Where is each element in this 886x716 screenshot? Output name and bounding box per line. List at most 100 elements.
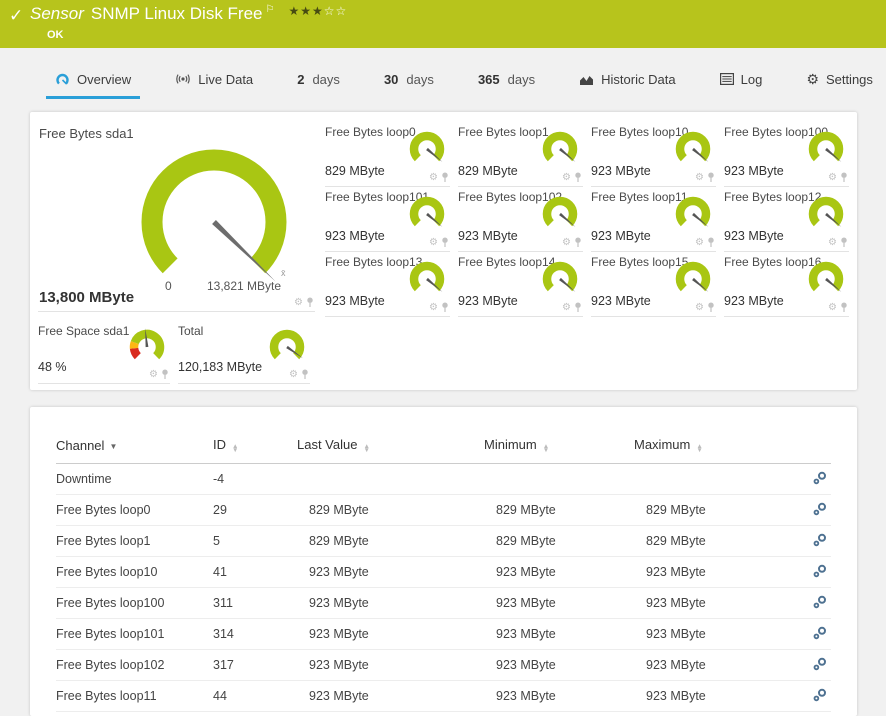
status-badge: OK <box>47 29 64 41</box>
cell-last-value: 923 MByte <box>297 556 484 587</box>
status-ok-check-icon: ✓ <box>9 6 23 26</box>
channel-gear-icon[interactable]: ⚙ <box>828 173 837 183</box>
tab-30-days[interactable]: 30 days <box>375 62 443 99</box>
table-row: Free Bytes loop10 41 923 MByte 923 MByte… <box>56 556 831 587</box>
pin-icon[interactable] <box>574 237 582 248</box>
pin-icon[interactable] <box>840 237 848 248</box>
channel-gear-icon[interactable]: ⚙ <box>695 303 704 313</box>
channel-gear-icon[interactable]: ⚙ <box>429 238 438 248</box>
area-chart-icon <box>579 73 594 86</box>
id-header-label: ID <box>213 437 226 452</box>
channel-settings-gears-icon[interactable] <box>813 657 827 671</box>
maximum-header-label: Maximum <box>634 437 690 452</box>
small-gauge-cell: Free Bytes loop16 923 MByte ⚙ <box>724 252 849 317</box>
minimum-header-label: Minimum <box>484 437 537 452</box>
small-gauge-dial <box>670 129 716 169</box>
channel-settings-gears-icon[interactable] <box>813 595 827 609</box>
free-space-value: 48 % <box>38 360 67 374</box>
channel-table: Channel▼ ID▲▼ Last Value▲▼ Minimum▲▼ Max… <box>56 431 831 716</box>
cell-maximum: 829 MByte <box>634 494 783 525</box>
pin-icon[interactable] <box>574 172 582 183</box>
tab-settings[interactable]: ⚙ Settings <box>797 62 882 99</box>
channel-settings-gears-icon[interactable] <box>813 626 827 640</box>
channel-gear-icon[interactable]: ⚙ <box>828 303 837 313</box>
cell-id: 41 <box>213 556 297 587</box>
small-gauge-dial <box>404 129 450 169</box>
small-gauge-value: 923 MByte <box>591 294 651 308</box>
pin-icon[interactable] <box>441 302 449 313</box>
small-gauge-cell: Free Bytes loop14 923 MByte ⚙ <box>458 252 583 317</box>
pin-icon[interactable] <box>707 302 715 313</box>
small-gauge-value: 923 MByte <box>724 229 784 243</box>
channel-gear-icon[interactable]: ⚙ <box>562 238 571 248</box>
log-list-icon <box>720 73 734 85</box>
pin-icon[interactable] <box>574 302 582 313</box>
tab-365-days[interactable]: 365 days <box>469 62 544 99</box>
column-header-id[interactable]: ID▲▼ <box>213 431 297 463</box>
cell-maximum: 923 MByte <box>634 711 783 716</box>
tab-2-days[interactable]: 2 days <box>288 62 349 99</box>
cell-channel: Free Bytes loop1 <box>56 525 213 556</box>
tab-historic-data[interactable]: Historic Data <box>570 62 684 99</box>
channel-gear-icon[interactable]: ⚙ <box>695 173 704 183</box>
tab-30-days-number: 30 <box>384 72 398 87</box>
channel-settings-gears-icon[interactable] <box>813 688 827 702</box>
channel-gear-icon[interactable]: ⚙ <box>562 173 571 183</box>
column-header-maximum[interactable]: Maximum▲▼ <box>634 431 783 463</box>
priority-stars[interactable]: ★★★☆☆ <box>288 4 347 18</box>
pin-icon[interactable] <box>840 172 848 183</box>
channel-gear-icon[interactable]: ⚙ <box>562 303 571 313</box>
footer-gauges: Free Space sda1 48 % ⚙ <box>38 322 315 384</box>
tab-log[interactable]: Log <box>711 62 772 99</box>
pin-icon[interactable] <box>441 237 449 248</box>
channel-table-panel: Channel▼ ID▲▼ Last Value▲▼ Minimum▲▼ Max… <box>30 407 857 716</box>
tab-historic-data-label: Historic Data <box>601 72 675 87</box>
channel-gear-icon[interactable]: ⚙ <box>429 173 438 183</box>
column-header-last-value[interactable]: Last Value▲▼ <box>297 431 484 463</box>
star-filled-icons[interactable]: ★★★ <box>288 4 323 18</box>
cell-id: 29 <box>213 494 297 525</box>
channel-gear-icon[interactable]: ⚙ <box>289 370 298 380</box>
pin-icon[interactable] <box>301 369 309 380</box>
total-gauge-dial <box>264 327 310 367</box>
column-header-minimum[interactable]: Minimum▲▼ <box>484 431 634 463</box>
channel-settings-gears-icon[interactable] <box>813 564 827 578</box>
table-row: Free Bytes loop12 47 923 MByte 923 MByte… <box>56 711 831 716</box>
column-header-channel[interactable]: Channel▼ <box>56 431 213 463</box>
channel-gear-icon[interactable]: ⚙ <box>695 238 704 248</box>
tab-live-data[interactable]: Live Data <box>166 62 262 99</box>
table-row: Free Bytes loop101 314 923 MByte 923 MBy… <box>56 618 831 649</box>
pin-icon[interactable] <box>441 172 449 183</box>
pin-icon[interactable] <box>161 369 169 380</box>
channel-settings-gears-icon[interactable] <box>813 502 827 516</box>
pin-icon[interactable] <box>707 237 715 248</box>
channel-gear-icon[interactable]: ⚙ <box>828 238 837 248</box>
channel-gear-icon[interactable]: ⚙ <box>294 298 303 308</box>
gauge-icon <box>55 72 70 87</box>
small-gauge-dial <box>404 194 450 234</box>
star-empty-icons[interactable]: ☆☆ <box>324 4 348 18</box>
object-type-label: Sensor <box>30 4 84 23</box>
cell-last-value: 923 MByte <box>297 587 484 618</box>
pin-icon[interactable] <box>840 302 848 313</box>
small-gauge-value: 923 MByte <box>724 164 784 178</box>
channel-settings-gears-icon[interactable] <box>813 471 827 485</box>
small-gauge-dial <box>803 259 849 299</box>
channel-gear-icon[interactable]: ⚙ <box>429 303 438 313</box>
table-row: Free Bytes loop102 317 923 MByte 923 MBy… <box>56 649 831 680</box>
sort-icon: ▲▼ <box>363 445 369 454</box>
small-gauge-dial <box>803 194 849 234</box>
small-gauge-value: 923 MByte <box>325 294 385 308</box>
pin-icon[interactable] <box>707 172 715 183</box>
channel-gear-icon[interactable]: ⚙ <box>149 370 158 380</box>
channel-settings-gears-icon[interactable] <box>813 533 827 547</box>
cell-id: 314 <box>213 618 297 649</box>
main-gauge-cell: Free Bytes sda1 x̄ 0 13,821 MByte 13,800… <box>38 122 315 312</box>
cell-id: 5 <box>213 525 297 556</box>
tab-settings-label: Settings <box>826 72 873 87</box>
tab-overview[interactable]: Overview <box>46 62 140 99</box>
flag-icon[interactable]: ⚐ <box>266 4 275 15</box>
cell-last-value: 923 MByte <box>297 680 484 711</box>
cell-last-value: 829 MByte <box>297 494 484 525</box>
pin-icon[interactable] <box>306 297 314 308</box>
